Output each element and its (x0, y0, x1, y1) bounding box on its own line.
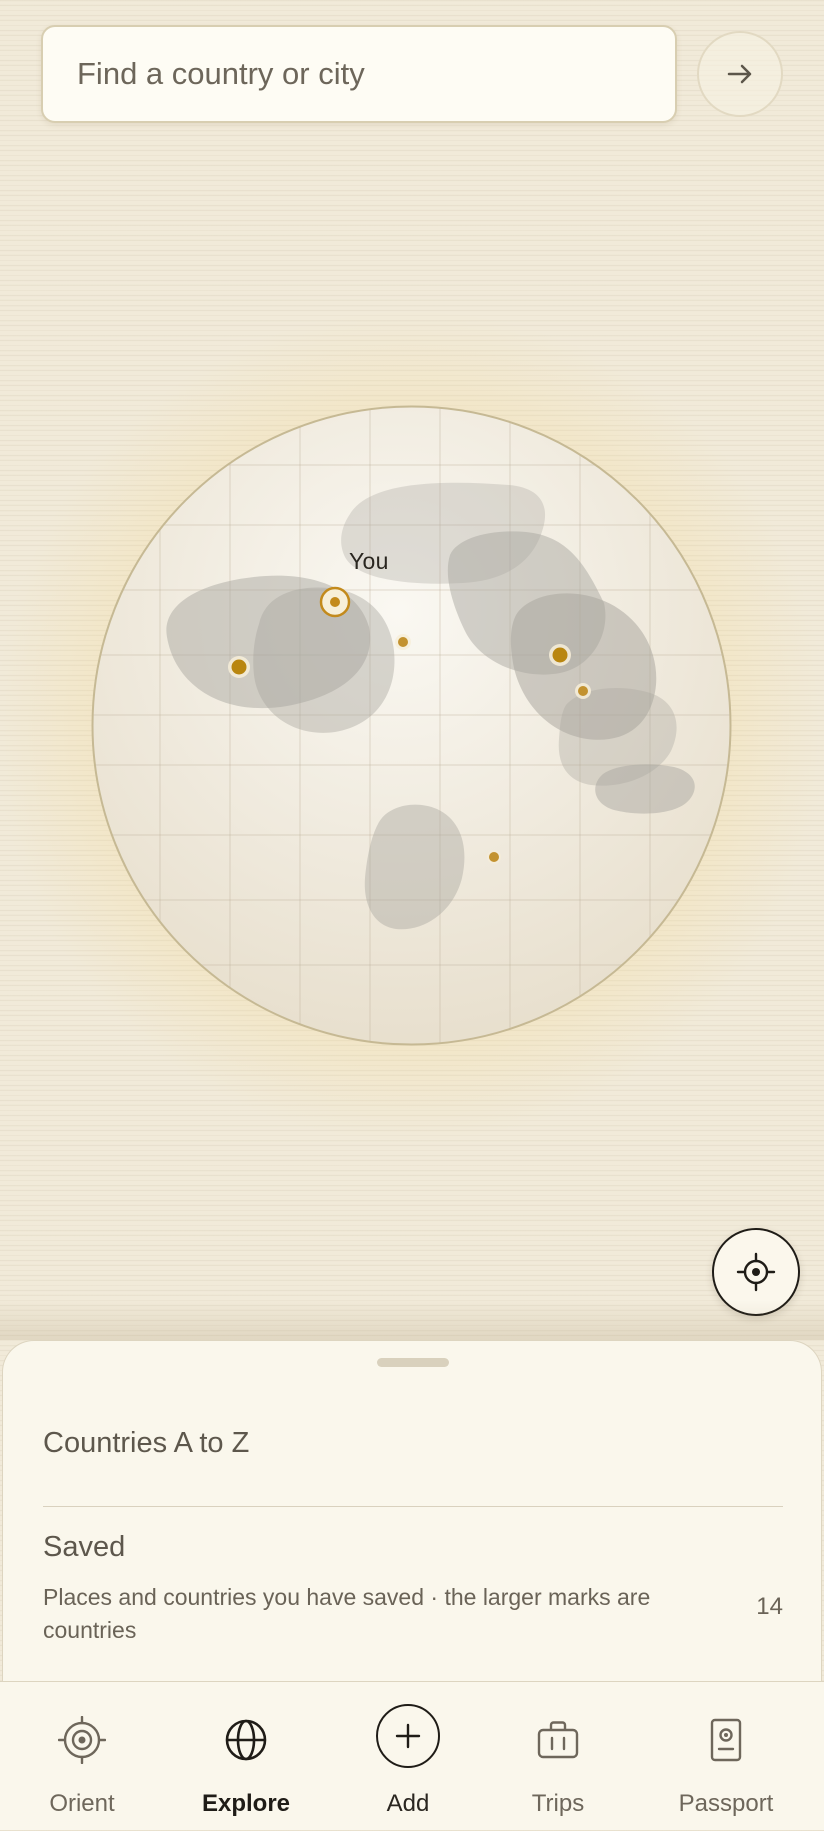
tab-trips[interactable]: Trips (488, 1682, 628, 1831)
place-marker[interactable] (575, 683, 591, 699)
add-button[interactable] (376, 1704, 440, 1768)
countries-az-row[interactable]: Countries A to Z (43, 1427, 249, 1460)
bottom-sheet: Countries A to Z Saved Places and countr… (2, 1340, 822, 1685)
country-marker[interactable] (549, 644, 571, 666)
globe-map[interactable] (91, 405, 732, 1046)
suitcase-icon (537, 1721, 579, 1759)
crosshair-icon (736, 1252, 776, 1292)
place-marker[interactable] (487, 850, 501, 864)
country-marker[interactable] (228, 656, 250, 678)
plus-icon (395, 1723, 421, 1749)
saved-count: 14 (756, 1593, 783, 1620)
landmass (595, 764, 695, 814)
saved-description: Places and countries you have saved · th… (43, 1584, 651, 1643)
saved-title: Saved (43, 1531, 126, 1563)
sheet-drag-handle[interactable] (377, 1358, 449, 1367)
tab-label: Passport (678, 1790, 774, 1817)
go-button[interactable] (697, 31, 783, 117)
sheet-shadow (0, 1300, 824, 1340)
search-box[interactable] (41, 25, 677, 123)
target-icon (58, 1716, 106, 1764)
tab-bar: Orient Explore Add Trips Passport (0, 1681, 824, 1830)
tab-orient[interactable]: Orient (0, 1682, 164, 1831)
tab-label: Trips (531, 1790, 585, 1817)
sheet-divider (43, 1506, 783, 1507)
search-input[interactable] (75, 55, 643, 93)
you-marker[interactable] (319, 586, 351, 618)
tab-passport[interactable]: Passport (628, 1682, 824, 1831)
you-label: You (349, 548, 389, 574)
place-marker[interactable] (395, 634, 411, 650)
globe-icon (225, 1719, 267, 1761)
passport-icon (710, 1718, 742, 1762)
tab-label: Orient (49, 1790, 115, 1817)
tab-label: Explore (201, 1790, 291, 1817)
tab-explore[interactable]: Explore (164, 1682, 328, 1831)
tab-add[interactable]: Add (328, 1682, 488, 1831)
arrow-right-icon (727, 64, 752, 84)
saved-row[interactable]: Saved Places and countries you have save… (43, 1531, 783, 1651)
tab-label: Add (386, 1790, 430, 1817)
